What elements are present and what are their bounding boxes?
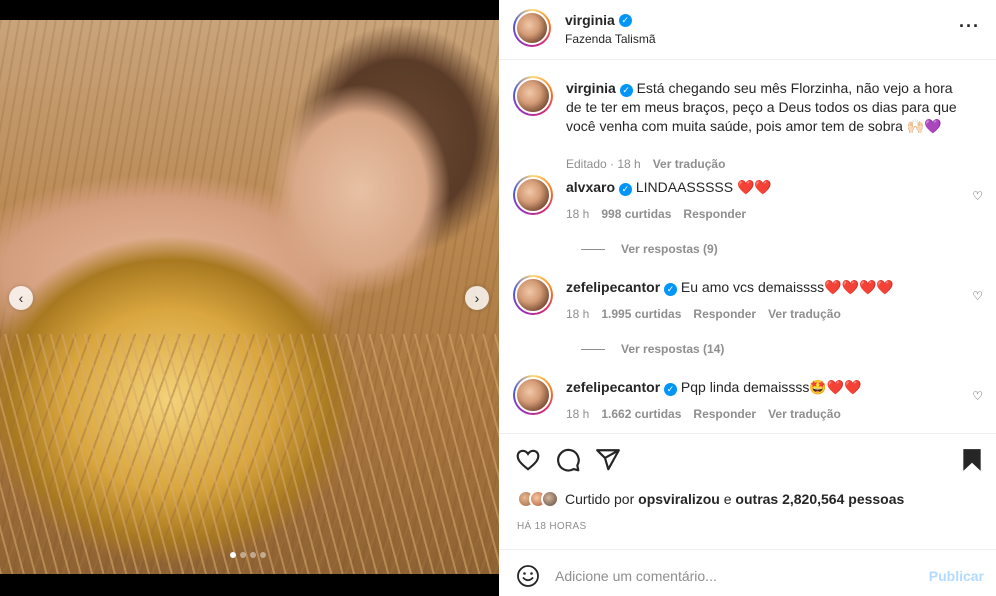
likes-prefix: Curtido por (565, 491, 635, 507)
author-avatar[interactable] (513, 9, 551, 47)
chevron-right-icon: › (474, 290, 480, 306)
like-heart-icon[interactable] (515, 447, 541, 473)
comment-like-heart-icon[interactable]: ♡ (972, 389, 983, 403)
verified-badge-icon: ✓ (618, 183, 632, 196)
comment-body: zefelipecantor ✓ Eu amo vcs demaissss❤️❤… (566, 278, 966, 297)
liker-avatar (541, 490, 559, 508)
replies-divider (581, 348, 605, 350)
carousel-dot (230, 552, 236, 558)
commenter-avatar[interactable] (513, 375, 553, 415)
carousel-dot (260, 552, 266, 558)
comment-username[interactable]: zefelipecantor (566, 279, 660, 295)
verified-badge-icon: ✓ (664, 383, 678, 396)
comment-username[interactable]: alvxaro (566, 179, 615, 195)
likes-summary: Curtido por opsviralizou e outras 2,820,… (517, 490, 904, 508)
author-username[interactable]: virginia (565, 12, 615, 28)
view-replies-button[interactable]: Ver respostas (9) (581, 242, 718, 256)
post-media: ‹ › (0, 0, 499, 596)
likes-others[interactable]: outras 2,820,564 pessoas (735, 491, 904, 507)
comment-translate-link[interactable]: Ver tradução (768, 307, 841, 321)
carousel-dot (250, 552, 256, 558)
post-location[interactable]: Fazenda Talismã (565, 32, 656, 46)
verified-badge-icon: ✓ (618, 13, 632, 27)
carousel-prev-button[interactable]: ‹ (9, 286, 33, 310)
comment-like-heart-icon[interactable]: ♡ (972, 289, 983, 303)
caption-translate-link[interactable]: Ver tradução (653, 157, 726, 171)
carousel-dot (240, 552, 246, 558)
comment-meta: 18 h 998 curtidas Responder (566, 207, 746, 221)
chevron-left-icon: ‹ (18, 290, 24, 306)
comment-like-heart-icon[interactable]: ♡ (972, 189, 983, 203)
comment-text: Eu amo vcs demaissss❤️❤️❤️❤️ (680, 279, 894, 295)
likes-middle: e (723, 491, 732, 507)
comment-body: zefelipecantor ✓ Pqp linda demaissss🤩❤️❤… (566, 378, 966, 397)
comments-list[interactable]: virginia ✓ Está chegando seu mês Florzin… (499, 61, 996, 433)
view-replies-label[interactable]: Ver respostas (9) (621, 242, 718, 256)
comment-translate-link[interactable]: Ver tradução (768, 407, 841, 421)
comment-likes[interactable]: 998 curtidas (601, 207, 671, 221)
comment-reply-link[interactable]: Responder (693, 407, 756, 421)
post-details-panel: virginia ✓ Fazenda Talismã ··· virginia … (499, 0, 996, 596)
caption-meta: Editado · 18 h Ver tradução (566, 157, 725, 171)
comment-input[interactable] (555, 564, 915, 588)
caption-edited-time: Editado · 18 h (566, 157, 641, 171)
view-replies-button[interactable]: Ver respostas (14) (581, 342, 724, 356)
emoji-smiley-icon[interactable] (516, 564, 540, 588)
view-replies-label[interactable]: Ver respostas (14) (621, 342, 724, 356)
comment-reply-link[interactable]: Responder (683, 207, 746, 221)
commenter-avatar[interactable] (513, 175, 553, 215)
comment-text: Pqp linda demaissss🤩❤️❤️ (680, 379, 862, 395)
comment-meta: 18 h 1.662 curtidas Responder Ver traduç… (566, 407, 841, 421)
post-timestamp[interactable]: HÁ 18 HORAS (517, 521, 586, 532)
caption-avatar[interactable] (513, 76, 553, 116)
carousel-next-button[interactable]: › (465, 286, 489, 310)
verified-badge-icon: ✓ (664, 283, 678, 296)
photo-grass-overlay (0, 334, 499, 574)
post-header: virginia ✓ Fazenda Talismã ··· (499, 0, 996, 60)
comment-composer: Publicar (499, 549, 996, 596)
likes-user[interactable]: opsviralizou (638, 491, 720, 507)
verified-badge-icon: ✓ (619, 84, 633, 97)
comment-time: 18 h (566, 307, 590, 321)
comment-text: LINDAASSSSS ❤️❤️ (635, 179, 772, 195)
save-bookmark-icon[interactable] (959, 447, 985, 473)
comment-reply-link[interactable]: Responder (693, 307, 756, 321)
post-actions: Curtido por opsviralizou e outras 2,820,… (499, 433, 996, 543)
comment-likes[interactable]: 1.662 curtidas (601, 407, 681, 421)
share-send-icon[interactable] (595, 447, 621, 473)
carousel-indicator (230, 552, 266, 558)
comment-bubble-icon[interactable] (555, 447, 581, 473)
post-photo[interactable] (0, 20, 499, 574)
comment-username[interactable]: zefelipecantor (566, 379, 660, 395)
caption-body: virginia ✓ Está chegando seu mês Florzin… (566, 79, 966, 136)
commenter-avatar[interactable] (513, 275, 553, 315)
comment-time: 18 h (566, 407, 590, 421)
comment-body: alvxaro ✓ LINDAASSSSS ❤️❤️ (566, 178, 966, 197)
replies-divider (581, 248, 605, 250)
publish-button[interactable]: Publicar (929, 568, 984, 584)
author-username-row[interactable]: virginia ✓ (565, 12, 632, 28)
comment-time: 18 h (566, 207, 590, 221)
caption-username[interactable]: virginia (566, 80, 616, 96)
comment-likes[interactable]: 1.995 curtidas (601, 307, 681, 321)
likes-text: Curtido por opsviralizou e outras 2,820,… (565, 491, 904, 507)
more-options-icon[interactable]: ··· (959, 16, 980, 37)
comment-meta: 18 h 1.995 curtidas Responder Ver traduç… (566, 307, 841, 321)
